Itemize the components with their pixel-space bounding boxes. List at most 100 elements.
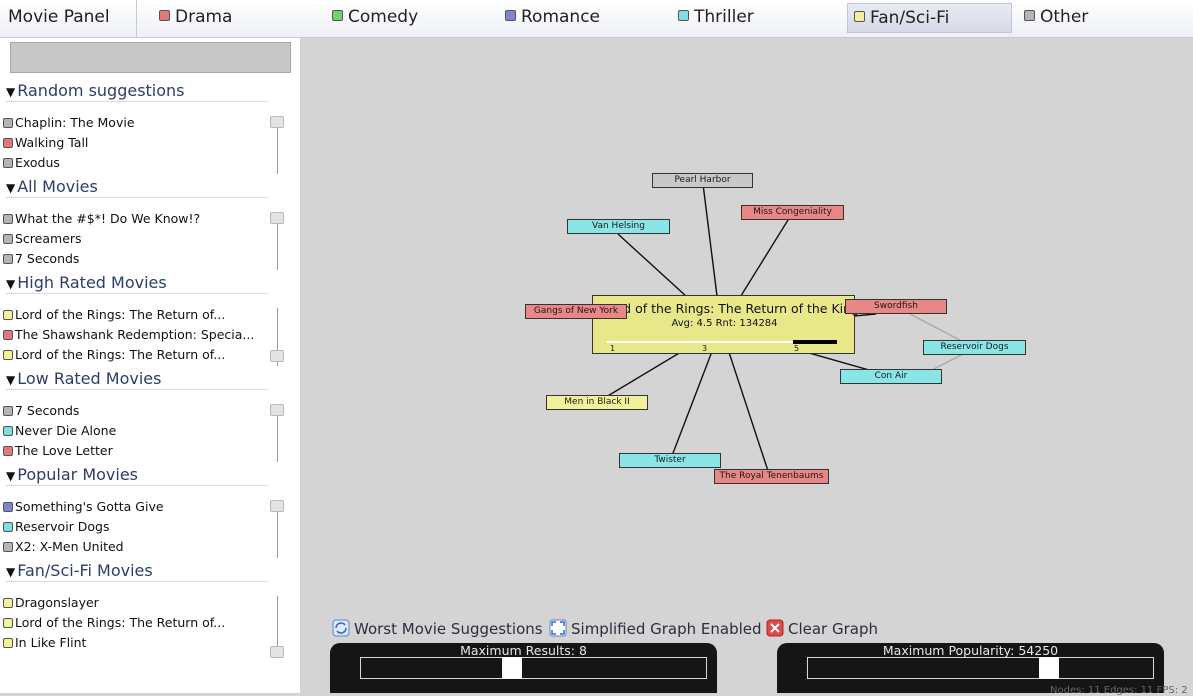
movie-title: Lord of the Rings: The Return of... (15, 347, 226, 362)
list-item[interactable]: The Shawshank Redemption: Specia... (3, 325, 265, 345)
category-swatch-icon (3, 446, 13, 456)
max-popularity-slider[interactable] (807, 657, 1154, 679)
graph-node-gangs-of-new-york[interactable]: Gangs of New York (525, 304, 627, 319)
max-results-slider[interactable] (360, 657, 707, 679)
scrollbar-track[interactable] (270, 116, 284, 174)
list-item[interactable]: Screamers (3, 229, 265, 249)
scrollbar-thumb[interactable] (270, 116, 284, 128)
tab-thriller[interactable]: Thriller (672, 3, 754, 33)
list-item[interactable]: Reservoir Dogs (3, 517, 265, 537)
section-header[interactable]: ▼ Popular Movies (6, 464, 268, 486)
tab-label: Thriller (694, 7, 754, 27)
section-title: High Rated Movies (17, 273, 167, 292)
section-header[interactable]: ▼ Low Rated Movies (6, 368, 268, 390)
category-swatch-icon (3, 310, 13, 320)
list-item[interactable]: What the #$*! Do We Know!? (3, 209, 265, 229)
tab-other[interactable]: Other (1018, 3, 1088, 33)
graph-node-swordfish[interactable]: Swordfish (845, 299, 947, 314)
refresh-icon (332, 619, 350, 637)
movie-title: The Shawshank Redemption: Specia... (15, 327, 255, 342)
max-results-panel: Maximum Results: 8 (330, 643, 717, 693)
section-header[interactable]: ▼ High Rated Movies (6, 272, 268, 294)
graph-node-the-royal-tenenbaums[interactable]: The Royal Tenenbaums (714, 469, 829, 484)
graph-node-twister[interactable]: Twister (619, 453, 721, 468)
clear-graph-label: Clear Graph (788, 620, 879, 638)
category-swatch-icon (3, 598, 13, 608)
list-item[interactable]: Lord of the Rings: The Return of... (3, 345, 265, 365)
list-item[interactable]: Dragonslayer (3, 593, 265, 613)
fan-sci-fi-swatch-icon (854, 11, 865, 22)
other-swatch-icon (1024, 10, 1035, 21)
scrollbar-track[interactable] (270, 404, 284, 462)
focus-movie-node[interactable]: Lord of the Rings: The Return of the Kin… (592, 295, 859, 354)
scrollbar-thumb[interactable] (270, 212, 284, 224)
list-item[interactable]: Exodus (3, 153, 265, 173)
section-random-suggestions: ▼ Random suggestions Chaplin: The Movie W… (0, 80, 300, 176)
list-item[interactable]: Lord of the Rings: The Return of... (3, 613, 265, 633)
category-swatch-icon (3, 254, 13, 264)
rating-tick-label: 3 (702, 344, 708, 353)
graph-node-reservoir-dogs[interactable]: Reservoir Dogs (923, 340, 1026, 355)
scrollbar-track[interactable] (270, 212, 284, 270)
movie-graph[interactable]: Lord of the Rings: The Return of the Kin… (300, 38, 1193, 693)
simplified-graph-label: Simplified Graph Enabled (571, 620, 762, 638)
movie-title: Chaplin: The Movie (15, 115, 135, 130)
graph-node-men-in-black-ii[interactable]: Men in Black II (546, 395, 648, 410)
scrollbar-thumb[interactable] (270, 404, 284, 416)
category-swatch-icon (3, 426, 13, 436)
clear-graph-button[interactable]: Clear Graph (766, 618, 878, 640)
list-item[interactable]: Chaplin: The Movie (3, 113, 265, 133)
scrollbar-track[interactable] (270, 308, 284, 366)
list-item[interactable]: X2: X-Men United (3, 537, 265, 557)
app-title: Movie Panel (0, 0, 137, 38)
tab-label: Other (1040, 7, 1089, 27)
list-item[interactable]: Walking Tall (3, 133, 265, 153)
list-item[interactable]: The Love Letter (3, 441, 265, 461)
movie-title: 7 Seconds (15, 403, 80, 418)
category-swatch-icon (3, 638, 13, 648)
graph-node-van-helsing[interactable]: Van Helsing (567, 219, 670, 234)
max-popularity-slider-thumb[interactable] (1039, 657, 1059, 679)
section-header[interactable]: ▼ Fan/Sci-Fi Movies (6, 560, 268, 582)
list-item[interactable]: In Like Flint (3, 633, 265, 653)
movie-title: In Like Flint (15, 635, 87, 650)
movie-title: Walking Tall (15, 135, 89, 150)
tab-fan-sci-fi[interactable]: Fan/Sci-Fi (847, 3, 1012, 33)
category-swatch-icon (3, 522, 13, 532)
graph-node-pearl-harbor[interactable]: Pearl Harbor (652, 173, 753, 188)
section-title: Random suggestions (17, 81, 185, 100)
movie-title: X2: X-Men United (15, 539, 124, 554)
scrollbar-thumb[interactable] (270, 646, 284, 658)
movie-title: The Love Letter (15, 443, 113, 458)
list-item[interactable]: Never Die Alone (3, 421, 265, 441)
max-results-slider-thumb[interactable] (502, 657, 522, 679)
list-item[interactable]: 7 Seconds (3, 249, 265, 269)
movie-title: Exodus (15, 155, 60, 170)
list-item[interactable]: 7 Seconds (3, 401, 265, 421)
graph-node-miss-congeniality[interactable]: Miss Congeniality (741, 205, 844, 220)
section-high-rated-movies: ▼ High Rated Movies Lord of the Rings: Th… (0, 272, 300, 368)
category-swatch-icon (3, 234, 13, 244)
graph-node-con-air[interactable]: Con Air (840, 369, 942, 384)
section-title: All Movies (17, 177, 98, 196)
section-header[interactable]: ▼ All Movies (6, 176, 268, 198)
tab-comedy[interactable]: Comedy (326, 3, 418, 33)
scrollbar-thumb[interactable] (270, 500, 284, 512)
movie-title: Lord of the Rings: The Return of... (15, 307, 226, 322)
scrollbar-thumb[interactable] (270, 350, 284, 362)
tab-romance[interactable]: Romance (499, 3, 600, 33)
section-header[interactable]: ▼ Random suggestions (6, 80, 268, 102)
rating-tick-label: 5 (794, 344, 800, 353)
sidebar: ▼ Random suggestions Chaplin: The Movie W… (0, 38, 300, 693)
tab-drama[interactable]: Drama (153, 3, 232, 33)
list-item[interactable]: Something's Gotta Give (3, 497, 265, 517)
search-input[interactable] (10, 42, 291, 73)
scrollbar-track[interactable] (270, 500, 284, 558)
section-title: Popular Movies (17, 465, 138, 484)
rating-fill (793, 340, 837, 344)
worst-suggestions-button[interactable]: Worst Movie Suggestions (332, 618, 543, 640)
list-item[interactable]: Lord of the Rings: The Return of... (3, 305, 265, 325)
scrollbar-track[interactable] (270, 596, 284, 658)
simplified-graph-button[interactable]: Simplified Graph Enabled (549, 618, 762, 640)
section-popular-movies: ▼ Popular Movies Something's Gotta Give R… (0, 464, 300, 560)
